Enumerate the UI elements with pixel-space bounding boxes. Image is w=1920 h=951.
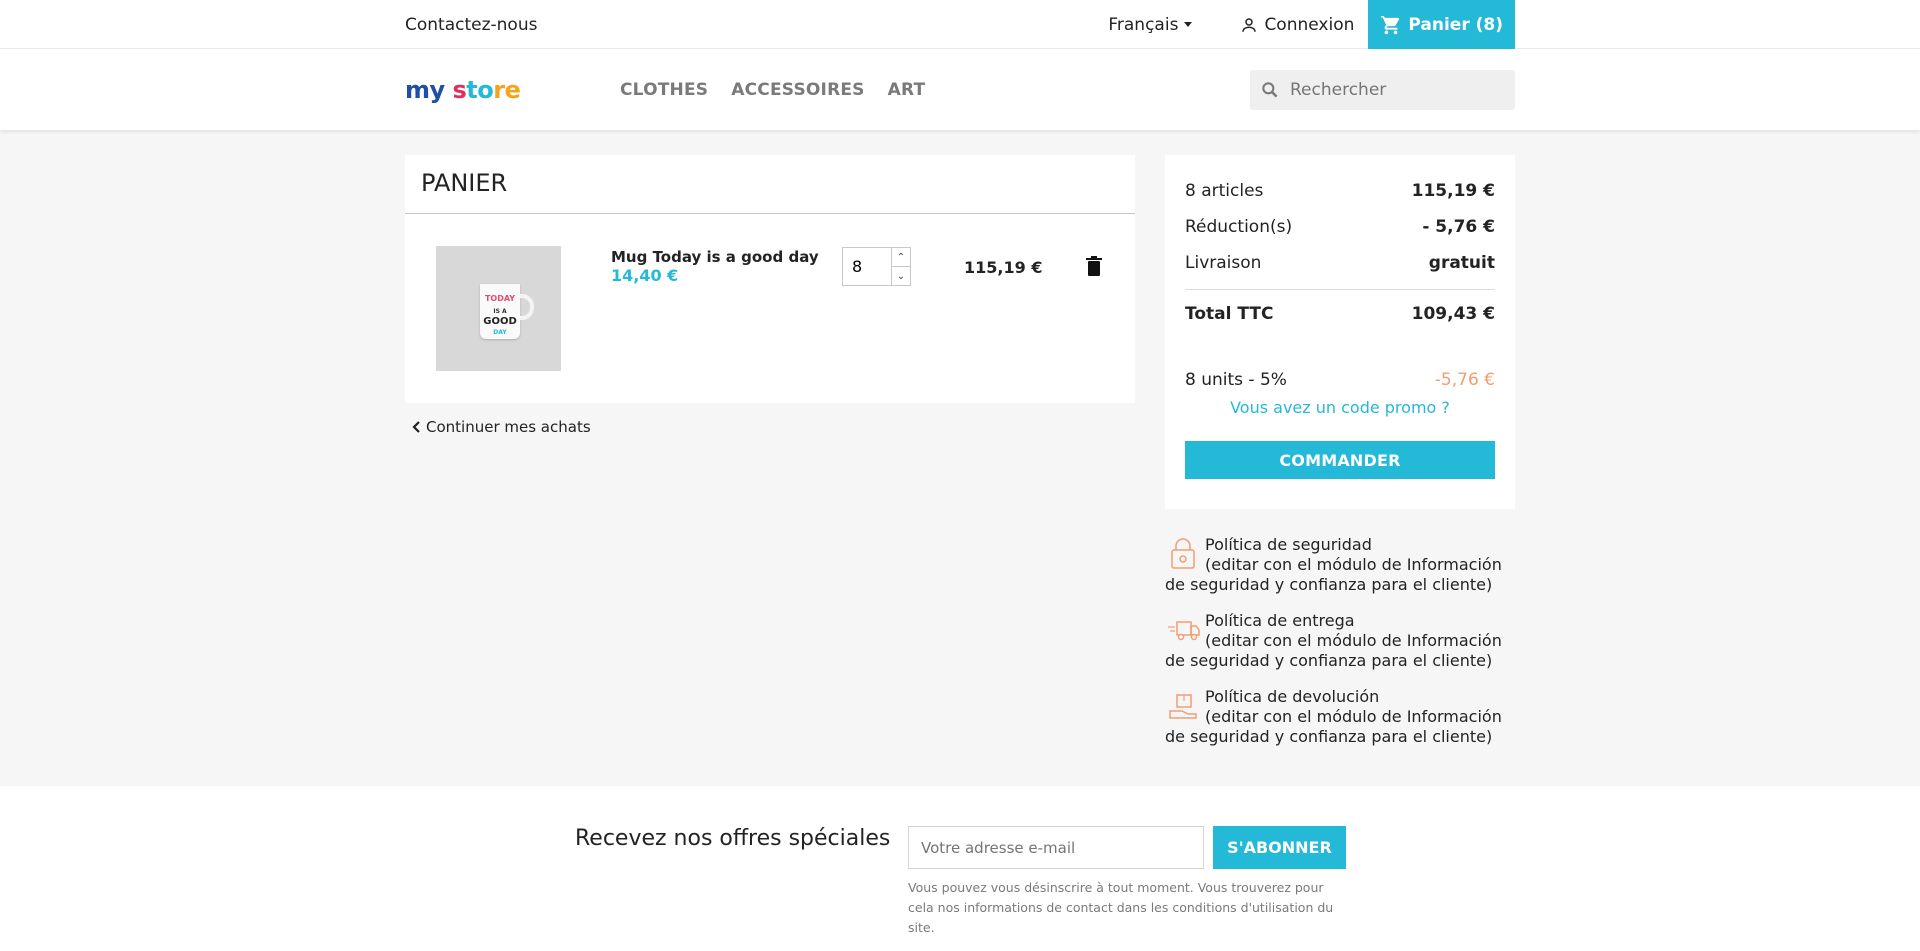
shipping-value: gratuit xyxy=(1428,253,1495,273)
store-logo[interactable]: my store xyxy=(405,76,620,104)
logo-part: s xyxy=(444,75,467,104)
logo-part: my xyxy=(405,75,445,104)
signin-label: Connexion xyxy=(1264,14,1355,35)
language-label: Français xyxy=(1108,14,1179,35)
trash-icon[interactable] xyxy=(1086,256,1102,276)
cart-line-item: TODAY IS A GOOD DAY Mug Today is a good … xyxy=(405,214,1135,403)
logo-part: re xyxy=(493,75,521,104)
cart-card: PANIER TODAY IS A GOOD DAY Mug Today is … xyxy=(405,155,1135,403)
shopping-cart-icon xyxy=(1381,15,1400,34)
total-label: Total TTC xyxy=(1185,304,1274,324)
reassurance-block: Política de seguridad (editar con el mód… xyxy=(1165,535,1515,747)
quantity-stepper: ⌃ ⌄ xyxy=(842,247,911,286)
caret-down-icon xyxy=(1184,22,1193,27)
menu-item-accessoires[interactable]: ACCESSOIRES xyxy=(731,80,864,100)
discount-row: 8 units - 5% -5,76 € xyxy=(1185,362,1495,398)
search-icon[interactable] xyxy=(1260,80,1280,100)
product-name[interactable]: Mug Today is a good day xyxy=(611,248,819,266)
mug-text: DAY xyxy=(493,329,507,336)
cart-title: PANIER xyxy=(405,155,1135,214)
newsletter-title: Recevez nos offres spéciales xyxy=(575,826,891,851)
product-unit-price: 14,40 € xyxy=(611,266,679,285)
reassurance-desc: (editar con el módulo de Información de … xyxy=(1165,707,1502,746)
quantity-input[interactable] xyxy=(843,248,891,285)
logo-part: to xyxy=(466,75,494,104)
continue-shopping-link[interactable]: Continuer mes achats xyxy=(411,418,1135,436)
summary-total-row: Total TTC 109,43 € xyxy=(1185,296,1495,332)
truck-icon xyxy=(1168,621,1200,641)
reduction-label: Réduction(s) xyxy=(1185,217,1293,237)
contact-link[interactable]: Contactez-nous xyxy=(405,15,537,35)
top-bar: Contactez-nous Français Connexion Panier… xyxy=(0,0,1920,49)
articles-label: 8 articles xyxy=(1185,181,1264,201)
menu-item-clothes[interactable]: CLOTHES xyxy=(620,80,708,100)
reassurance-item: Política de entrega (editar con el módul… xyxy=(1165,611,1515,671)
summary-shipping-row: Livraison gratuit xyxy=(1185,245,1495,281)
cart-label: Panier (8) xyxy=(1408,14,1503,35)
main-content: PANIER TODAY IS A GOOD DAY Mug Today is … xyxy=(0,130,1920,785)
reassurance-item: Política de seguridad (editar con el mód… xyxy=(1165,535,1515,595)
checkout-button[interactable]: COMMANDER xyxy=(1185,441,1495,479)
summary-reduction-row: Réduction(s) - 5,76 € xyxy=(1185,209,1495,245)
mug-text: IS A xyxy=(493,308,507,315)
reassurance-title: Política de seguridad xyxy=(1205,535,1372,554)
cart-column: PANIER TODAY IS A GOOD DAY Mug Today is … xyxy=(405,155,1135,436)
mug-text: GOOD xyxy=(483,316,517,327)
discount-value: -5,76 € xyxy=(1434,370,1495,390)
cart-summary: 8 articles 115,19 € Réduction(s) - 5,76 … xyxy=(1165,155,1515,509)
subscribe-button[interactable]: S'ABONNER xyxy=(1213,826,1346,869)
chevron-left-icon xyxy=(412,421,420,433)
summary-articles-row: 8 articles 115,19 € xyxy=(1185,173,1495,209)
language-selector[interactable]: Français xyxy=(1108,14,1193,35)
articles-value: 115,19 € xyxy=(1411,181,1495,201)
search-box xyxy=(1250,69,1515,110)
reassurance-desc: (editar con el módulo de Información de … xyxy=(1165,555,1502,594)
continue-label: Continuer mes achats xyxy=(426,418,591,436)
menu-item-art[interactable]: ART xyxy=(888,80,926,100)
reassurance-title: Política de entrega xyxy=(1205,611,1355,630)
signin-link[interactable]: Connexion xyxy=(1240,15,1354,35)
reassurance-desc: (editar con el módulo de Información de … xyxy=(1165,631,1502,670)
header: my store CLOTHES ACCESSOIRES ART xyxy=(0,49,1920,130)
promo-code-link[interactable]: Vous avez un code promo ? xyxy=(1185,398,1495,417)
email-field[interactable] xyxy=(908,826,1204,869)
mug-text: TODAY xyxy=(484,294,516,303)
shipping-label: Livraison xyxy=(1185,253,1262,273)
product-image[interactable]: TODAY IS A GOOD DAY xyxy=(436,246,561,371)
user-icon xyxy=(1242,17,1257,32)
cart-button[interactable]: Panier (8) xyxy=(1368,0,1515,49)
line-total: 115,19 € xyxy=(964,258,1043,277)
reduction-value: - 5,76 € xyxy=(1422,217,1495,237)
newsletter-footer: Recevez nos offres spéciales S'ABONNER V… xyxy=(0,786,1920,951)
summary-column: 8 articles 115,19 € Réduction(s) - 5,76 … xyxy=(1165,155,1515,763)
reassurance-item: Política de devolución (editar con el mó… xyxy=(1165,687,1515,747)
discount-label: 8 units - 5% xyxy=(1185,370,1287,390)
search-input[interactable] xyxy=(1290,79,1490,100)
chevron-up-icon[interactable]: ⌃ xyxy=(892,248,910,266)
newsletter-legal-text: Vous pouvez vous désinscrire à tout mome… xyxy=(908,880,1334,935)
return-icon xyxy=(1169,694,1197,719)
reassurance-title: Política de devolución xyxy=(1205,687,1380,706)
mug-handle xyxy=(520,294,534,320)
total-value: 109,43 € xyxy=(1411,304,1495,324)
divider xyxy=(1185,289,1495,290)
main-menu: CLOTHES ACCESSOIRES ART xyxy=(620,80,948,100)
chevron-down-icon[interactable]: ⌄ xyxy=(892,266,910,285)
lock-icon xyxy=(1171,538,1195,569)
